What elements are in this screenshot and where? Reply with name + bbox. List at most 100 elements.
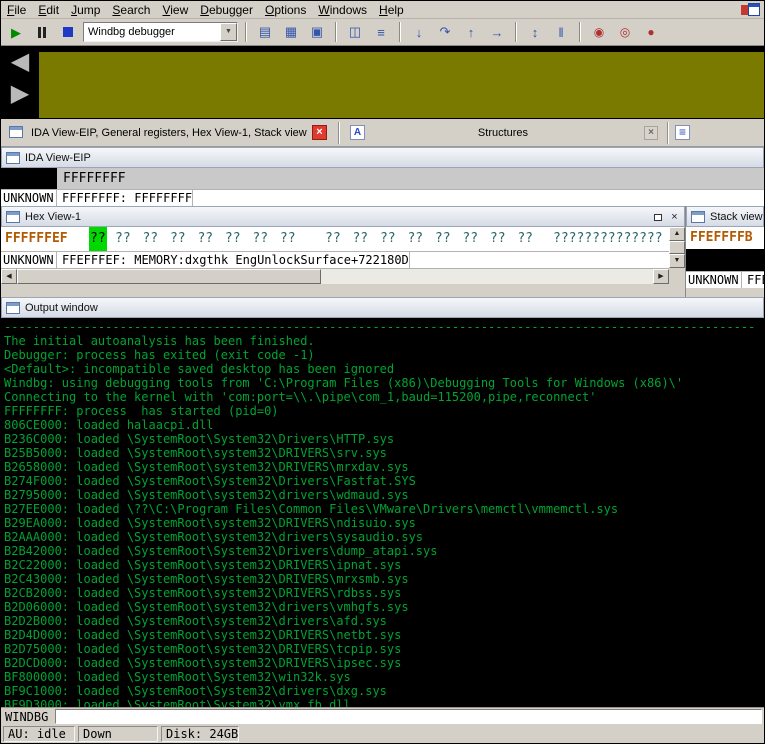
output-line: BF9C1000: loaded \SystemRoot\System32\dr… xyxy=(4,684,387,698)
menu-item[interactable]: Windows xyxy=(312,1,373,19)
menu-item[interactable]: View xyxy=(156,1,194,19)
scroll-right-icon[interactable]: ▶ xyxy=(653,269,669,284)
threads-icon[interactable]: ‖ xyxy=(550,22,572,42)
scroll-up-icon[interactable]: ▲ xyxy=(669,227,685,241)
output-line: BF800000: loaded \SystemRoot\System32\wi… xyxy=(4,670,351,684)
selected-byte[interactable]: ?? xyxy=(89,227,107,251)
step-into-icon[interactable]: ↓ xyxy=(408,22,430,42)
scrollbar-thumb[interactable] xyxy=(669,241,685,254)
output-line: B2D4D000: loaded \SystemRoot\system32\DR… xyxy=(4,628,402,642)
segment-cell: UNKNOWN xyxy=(686,272,742,288)
stop-icon xyxy=(63,27,73,37)
menu-item[interactable]: Help xyxy=(373,1,410,19)
output-window-titlebar[interactable]: Output window xyxy=(1,297,764,318)
output-line: B27EE000: loaded \??\C:\Program Files\Co… xyxy=(4,502,619,516)
output-line: B2795000: loaded \SystemRoot\system32\dr… xyxy=(4,488,409,502)
debugger-toolbar: ▶ Windbg debugger ▼ ▤ ▦ ▣ ◫ ≡ ↓ ↷ ↑ → ↕ ‖ xyxy=(1,19,764,46)
output-line: 806CE000: loaded halaacpi.dll xyxy=(4,418,214,432)
menu-item[interactable]: File xyxy=(1,1,32,19)
scroll-down-icon[interactable]: ▼ xyxy=(669,254,685,268)
output-line: B2B42000: loaded \SystemRoot\System32\Dr… xyxy=(4,544,438,558)
modules-list-icon[interactable]: ≡ xyxy=(370,22,392,42)
play-icon: ▶ xyxy=(11,24,21,40)
navigation-band[interactable]: ◀ ▶ xyxy=(1,46,764,119)
close-icon[interactable]: × xyxy=(667,210,682,224)
menu-item[interactable]: Options xyxy=(259,1,312,19)
current-line[interactable]: FFFFFFFF xyxy=(57,168,764,189)
nav-right-arrow-icon[interactable]: ▶ xyxy=(6,80,34,108)
ascii-column: ?????????????? xyxy=(553,231,663,246)
panel-filler xyxy=(686,288,764,297)
tab-label: IDA View-EIP, General registers, Hex Vie… xyxy=(31,127,307,139)
menubar: File Edit Jump Search View Debugger Options Win… xyxy=(1,1,764,19)
tab-structures[interactable]: A Structures × xyxy=(342,119,664,147)
tab-list-window[interactable]: ≡ xyxy=(672,119,764,147)
ida-status-row: UNKNOWN FFFFFFFF: FFFFFFFF xyxy=(1,189,764,206)
stack-unreadable-area xyxy=(686,249,764,271)
tracing-icon[interactable]: ◉ xyxy=(588,22,610,42)
continue-process-button[interactable]: ▶ xyxy=(5,22,27,42)
nav-left-arrow-icon[interactable]: ◀ xyxy=(6,48,34,76)
navband-strip[interactable] xyxy=(39,52,764,118)
mdi-window-icon[interactable] xyxy=(740,3,761,17)
mdi-red-shape xyxy=(741,5,748,15)
hex-vertical-scrollbar[interactable]: ▲ ▼ xyxy=(669,227,685,268)
hex-horizontal-scrollbar[interactable]: ◀ ▶ xyxy=(1,268,669,284)
close-tab-icon[interactable]: × xyxy=(312,125,327,140)
window-icon xyxy=(6,301,20,314)
address-cell: FFEFFFEF: MEMORY:dxgthk EngUnlockSurface… xyxy=(57,252,410,268)
stack-address[interactable]: FFEFFFFB xyxy=(686,227,764,249)
output-console[interactable]: ----------------------------------------… xyxy=(1,318,764,707)
tab-ida-views[interactable]: IDA View-EIP, General registers, Hex Vie… xyxy=(1,119,338,147)
chevron-down-icon[interactable]: ▼ xyxy=(220,23,237,41)
close-tab-icon[interactable]: × xyxy=(644,126,658,140)
float-window-icon[interactable] xyxy=(650,210,665,224)
output-line: Connecting to the kernel with 'com:port=… xyxy=(4,390,597,404)
instruction-tracing-icon[interactable]: ◎ xyxy=(614,22,636,42)
toolbar-separator xyxy=(515,22,517,42)
scrollbar-thumb[interactable] xyxy=(17,269,321,284)
output-line: BF9D3000: loaded \SystemRoot\System32\vm… xyxy=(4,698,351,707)
hex-view-titlebar[interactable]: Hex View-1 × xyxy=(1,206,685,227)
open-debugger-windows-icon[interactable]: ▤ xyxy=(254,22,276,42)
segment-cell: UNKNOWN xyxy=(1,190,57,206)
address-cell: FFE xyxy=(742,272,764,288)
toolbar-separator xyxy=(245,22,247,42)
run-to-cursor-icon[interactable]: → xyxy=(486,22,508,42)
panel-title: Hex View-1 xyxy=(25,210,82,223)
scroll-left-icon[interactable]: ◀ xyxy=(1,269,17,284)
output-line: B236C000: loaded \SystemRoot\System32\Dr… xyxy=(4,432,395,446)
hex-view-panel: Hex View-1 × FFFFFFEF ?? ?? ?? ?? ?? ?? … xyxy=(1,206,685,297)
output-line: B2658000: loaded \SystemRoot\system32\DR… xyxy=(4,460,409,474)
window-icon xyxy=(691,210,705,223)
hex-dump-line[interactable]: FFFFFFEF ?? ?? ?? ?? ?? ?? ?? ?? ?? ?? ?… xyxy=(1,227,669,251)
stack-trace-icon[interactable]: ↕ xyxy=(524,22,546,42)
output-line: Windbg: using debugging tools from 'C:\P… xyxy=(4,376,684,390)
menu-item[interactable]: Jump xyxy=(65,1,106,19)
function-tracing-icon[interactable]: ● xyxy=(640,22,662,42)
output-line: B2CB2000: loaded \SystemRoot\system32\DR… xyxy=(4,586,402,600)
command-interpreter-label: WINDBG xyxy=(5,709,49,724)
pause-process-button[interactable] xyxy=(31,22,53,42)
output-line: B274F000: loaded \SystemRoot\System32\Dr… xyxy=(4,474,416,488)
watches-icon[interactable]: ◫ xyxy=(344,22,366,42)
menu-item[interactable]: Search xyxy=(106,1,156,19)
breakpoints-icon[interactable]: ▣ xyxy=(306,22,328,42)
ida-view-titlebar[interactable]: IDA View-EIP xyxy=(1,147,764,168)
step-over-icon[interactable]: ↷ xyxy=(434,22,456,42)
windbg-command-input[interactable] xyxy=(55,709,762,724)
stack-view-panel: Stack view FFEFFFFB UNKNOWN FFE xyxy=(685,206,764,297)
general-registers-icon[interactable]: ▦ xyxy=(280,22,302,42)
stack-view-titlebar[interactable]: Stack view xyxy=(686,206,764,227)
debugger-select[interactable]: Windbg debugger ▼ xyxy=(83,22,238,42)
output-line: The initial autoanalysis has been finish… xyxy=(4,334,315,348)
menu-item[interactable]: Debugger xyxy=(194,1,259,19)
statusbar: AU: idle Down Disk: 24GB xyxy=(1,725,764,743)
run-until-return-icon[interactable]: ↑ xyxy=(460,22,482,42)
menu-item[interactable]: Edit xyxy=(32,1,65,19)
hex-status-row: UNKNOWN FFEFFFEF: MEMORY:dxgthk EngUnloc… xyxy=(1,251,669,268)
output-line: B2D75000: loaded \SystemRoot\system32\DR… xyxy=(4,642,402,656)
stack-status-row: UNKNOWN FFE xyxy=(686,271,764,288)
window-icon xyxy=(6,210,20,223)
stop-process-button[interactable] xyxy=(57,22,79,42)
